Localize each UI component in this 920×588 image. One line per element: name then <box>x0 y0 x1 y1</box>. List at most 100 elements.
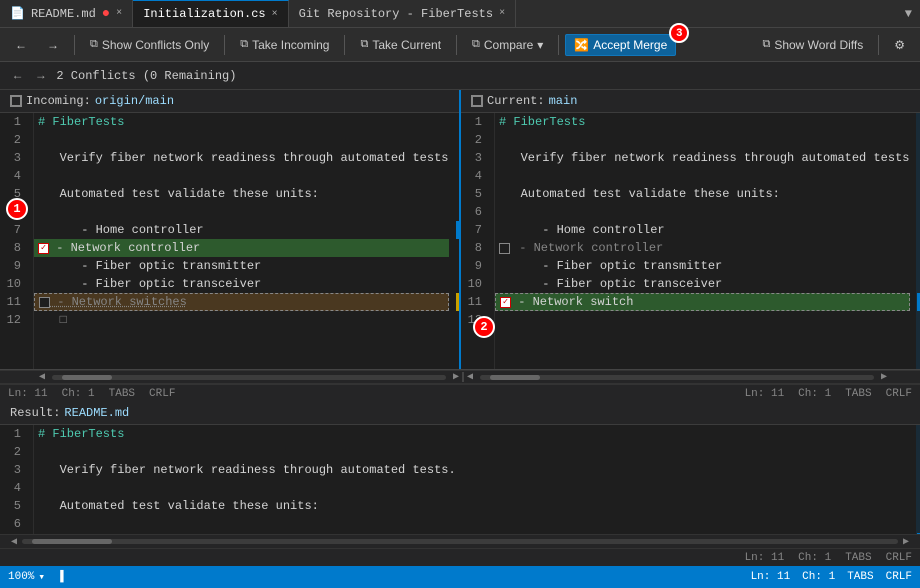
forward-button[interactable]: → <box>38 34 68 56</box>
ln-1: 1 <box>0 113 27 131</box>
compare-icon: ⧉ <box>472 38 480 51</box>
incoming-code-lines[interactable]: # FiberTests Verify fiber network readin… <box>34 113 449 369</box>
settings-button[interactable]: ⚙ <box>885 34 914 56</box>
take-current-icon: ⧉ <box>360 38 368 51</box>
cln-9: 9 <box>461 257 488 275</box>
line10-text: - Fiber optic transceiver <box>38 277 261 291</box>
split-ln-label-r: Ln: 11 <box>745 388 785 400</box>
incoming-checkbox-8[interactable]: ✓ <box>38 243 49 254</box>
line1-text: # FiberTests <box>38 115 124 129</box>
tab-close-init[interactable]: × <box>272 9 278 20</box>
result-line-3: Verify fiber network readiness through a… <box>34 461 910 479</box>
scroll-bar-current[interactable] <box>916 113 920 369</box>
right-scrollbar-track[interactable] <box>480 375 874 380</box>
gear-icon: ⚙ <box>894 38 905 52</box>
status-ln: Ln: 11 <box>751 571 791 583</box>
cln-3: 3 <box>461 149 488 167</box>
toolbar-sep-4 <box>456 35 457 55</box>
cline8-text: - Network controller <box>512 241 663 255</box>
current-icon <box>471 95 483 107</box>
result-scrollbar-thumb[interactable] <box>32 539 112 544</box>
result-crlf-label: CRLF <box>886 552 912 564</box>
conflict-bar: ← → 2 Conflicts (0 Remaining) <box>0 62 920 90</box>
result-scrollbar-track[interactable] <box>22 539 898 544</box>
incoming-line-6 <box>34 203 449 221</box>
tab-close-readme[interactable]: × <box>116 8 122 19</box>
tab-git-repo[interactable]: Git Repository - FiberTests × <box>289 0 516 27</box>
incoming-header: Incoming: origin/main <box>0 90 459 113</box>
rln-4: 4 <box>0 479 27 497</box>
scroll-right-arrow-right[interactable]: ▶ <box>878 371 890 383</box>
ln-10: 10 <box>0 275 27 293</box>
tab-initialization[interactable]: Initialization.cs × <box>133 0 288 27</box>
split-tabs-label-r: TABS <box>845 388 871 400</box>
result-scroll-bar[interactable] <box>916 425 920 534</box>
status-bar-right: Ln: 11 Ch: 1 TABS CRLF <box>751 571 912 583</box>
scroll-left-arrow-right[interactable]: ◀ <box>464 371 476 383</box>
ln-3: 3 <box>0 149 27 167</box>
result-code-lines[interactable]: # FiberTests Verify fiber network readin… <box>34 425 910 534</box>
rln-1: 1 <box>0 425 27 443</box>
conflicts-icon: ⧉ <box>90 38 98 51</box>
incoming-line-4 <box>34 167 449 185</box>
ln-7: 7 <box>0 221 27 239</box>
compare-button[interactable]: ⧉ Compare ▾ <box>463 34 552 56</box>
zoom-control[interactable]: 100% ▾ <box>8 570 45 584</box>
accept-merge-button[interactable]: 🔀 Accept Merge 3 <box>565 34 676 56</box>
toolbar-sep-5 <box>558 35 559 55</box>
result-status-row: Ln: 11 Ch: 1 TABS CRLF <box>0 548 920 566</box>
scroll-thumb-icon: ▐ <box>57 571 64 583</box>
left-scrollbar-thumb[interactable] <box>62 375 112 380</box>
ln-8: 8 <box>0 239 27 257</box>
result-filename: README.md <box>64 406 129 420</box>
result-code-area: 1 2 3 4 5 6 7 8 9 10 11 12 # FiberTests … <box>0 425 920 534</box>
split-ln-label: Ln: 11 <box>8 388 48 400</box>
scroll-left-arrow-left[interactable]: ◀ <box>36 371 48 383</box>
current-line-8: - Network controller <box>495 239 910 257</box>
toolbar: ← → ⧉ Show Conflicts Only ⧉ Take Incomin… <box>0 28 920 62</box>
tab-scroll-right[interactable]: ▼ <box>897 0 920 27</box>
show-word-diffs-button[interactable]: ⧉ Show Word Diffs <box>753 34 872 56</box>
zoom-dropdown-icon: ▾ <box>38 570 45 584</box>
tab-spacer <box>516 0 897 27</box>
current-line-3: Verify fiber network readiness through a… <box>495 149 910 167</box>
incoming-line-5: Automated test validate these units: <box>34 185 449 203</box>
cln-6: 6 <box>461 203 488 221</box>
cln-4: 4 <box>461 167 488 185</box>
prev-conflict-button[interactable]: ← <box>10 67 25 85</box>
main-container: 📄 README.md ● × Initialization.cs × Git … <box>0 0 920 588</box>
result-scroll-left[interactable]: ◀ <box>8 536 20 548</box>
status-crlf: CRLF <box>886 571 912 583</box>
result-line-5: Automated test validate these units: <box>34 497 910 515</box>
current-code-lines[interactable]: # FiberTests Verify fiber network readin… <box>495 113 910 369</box>
tab-readme[interactable]: 📄 README.md ● × <box>0 0 133 27</box>
incoming-line-12: □ <box>34 311 449 329</box>
left-scrollbar-track[interactable] <box>52 375 446 380</box>
result-line-1: # FiberTests <box>34 425 910 443</box>
show-conflicts-button[interactable]: ⧉ Show Conflicts Only <box>81 34 218 56</box>
back-button[interactable]: ← <box>6 34 36 56</box>
result-line-6 <box>34 515 910 533</box>
tab-close-git[interactable]: × <box>499 8 505 19</box>
scroll-right-arrow-left[interactable]: ▶ <box>450 371 462 383</box>
rln-6: 6 <box>0 515 27 533</box>
line9-text: - Fiber optic transmitter <box>38 259 261 273</box>
incoming-line-11: - Network switches <box>34 293 449 311</box>
cln-1: 1 <box>461 113 488 131</box>
line12-text: □ <box>38 313 67 327</box>
rln-2: 2 <box>0 443 27 461</box>
cline1-text: # FiberTests <box>499 115 585 129</box>
cln-10: 10 <box>461 275 488 293</box>
incoming-checkbox-11[interactable] <box>39 297 50 308</box>
take-incoming-button[interactable]: ⧉ Take Incoming <box>231 34 338 56</box>
next-conflict-button[interactable]: → <box>33 67 48 85</box>
take-current-button[interactable]: ⧉ Take Current <box>351 34 450 56</box>
current-line-12 <box>495 311 910 329</box>
file-icon: 📄 <box>10 6 25 21</box>
current-checkbox-11[interactable]: ✓ <box>500 297 511 308</box>
result-scroll-right[interactable]: ▶ <box>900 536 912 548</box>
cln-8: 8 <box>461 239 488 257</box>
right-scrollbar-thumb[interactable] <box>490 375 540 380</box>
show-word-diffs-label: Show Word Diffs <box>774 38 863 52</box>
result-ln-label: Ln: 11 <box>745 552 785 564</box>
